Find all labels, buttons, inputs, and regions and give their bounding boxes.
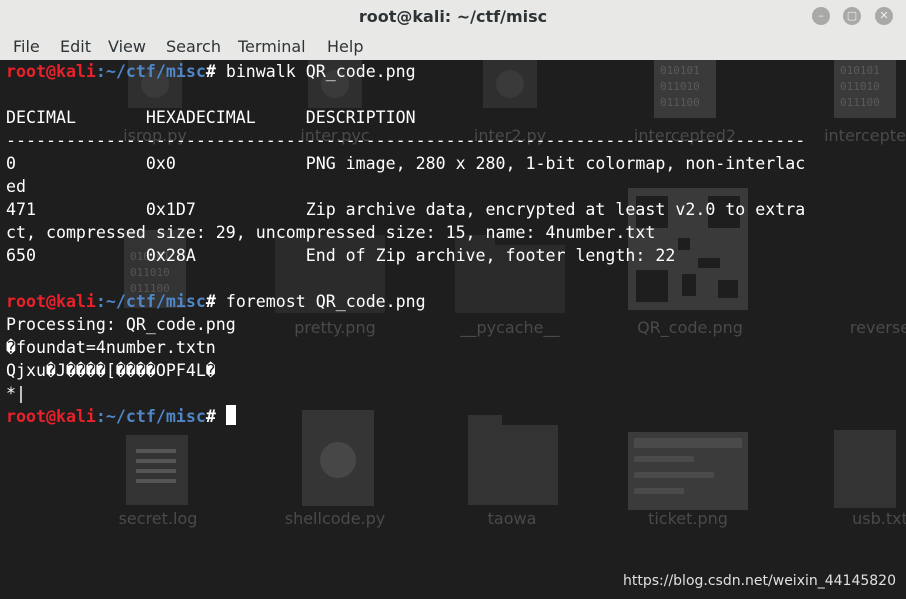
output-rule: ----------------------------------------…: [6, 131, 806, 150]
text-cursor: [225, 405, 236, 425]
title-bar[interactable]: root@kali: ~/ctf/misc – ▢ ✕: [0, 0, 906, 35]
menu-file[interactable]: File: [13, 37, 40, 56]
prompt-path: :~/ctf/misc: [95, 62, 206, 81]
output-line: ct, compressed size: 29, uncompressed si…: [6, 223, 656, 242]
svg-text:011100: 011100: [840, 96, 880, 109]
prompt-user: root@kali: [6, 407, 96, 426]
desktop-file-label: usb.txt: [852, 509, 906, 528]
output-line: Qjxu�J����[����OPF4L�: [6, 361, 216, 380]
desktop-file-label: ticket.png: [648, 509, 728, 528]
binary-file-icon: 010101 011010 011100: [834, 60, 896, 118]
output-line: �foundat=4number.txtn: [6, 338, 216, 357]
prompt-line: root@kali:~/ctf/misc# foremost QR_code.p…: [6, 290, 426, 313]
svg-text:011010: 011010: [660, 80, 700, 93]
svg-text:011010: 011010: [840, 80, 880, 93]
output-line: Processing: QR_code.png: [6, 315, 236, 334]
output-line: 650 0x28A End of Zip archive, footer len…: [6, 246, 676, 265]
desktop-file-label: __pycache__: [460, 318, 560, 337]
prompt-line: root@kali:~/ctf/misc#: [6, 405, 236, 428]
menu-view[interactable]: View: [108, 37, 146, 56]
output-line: 0 0x0 PNG image, 280 x 280, 1-bit colorm…: [6, 154, 806, 173]
binary-file-icon: 010101 011010 011100: [654, 60, 716, 118]
command-text: binwalk QR_code.png: [225, 62, 416, 81]
minimize-icon[interactable]: –: [812, 7, 830, 25]
desktop-file-label: secret.log: [118, 509, 198, 528]
output-header: DECIMAL HEXADECIMAL DESCRIPTION: [6, 108, 416, 127]
menu-terminal[interactable]: Terminal: [238, 37, 306, 56]
menu-edit[interactable]: Edit: [60, 37, 91, 56]
image-file-icon: [628, 432, 748, 510]
menu-help[interactable]: Help: [327, 37, 363, 56]
output-line: ed: [6, 177, 26, 196]
terminal-area[interactable]: 010101 011010 011100 010101 011010 01110…: [0, 60, 906, 599]
output-line: *|: [6, 384, 26, 403]
desktop-file-label: pretty.png: [294, 318, 376, 337]
svg-text:010101: 010101: [840, 64, 880, 77]
prompt-line: root@kali:~/ctf/misc# binwalk QR_code.pn…: [6, 60, 416, 83]
prompt-path: :~/ctf/misc: [95, 407, 206, 426]
python-file-icon: [302, 410, 374, 506]
desktop-file-label: reverse: [849, 318, 906, 337]
text-file-icon: [126, 435, 188, 505]
prompt-user: root@kali: [6, 292, 96, 311]
window-title: root@kali: ~/ctf/misc: [358, 7, 548, 26]
command-text: foremost QR_code.png: [225, 292, 426, 311]
svg-text:010101: 010101: [660, 64, 700, 77]
svg-text:011100: 011100: [660, 96, 700, 109]
desktop-file-label: shellcode.py: [284, 509, 386, 528]
prompt-symbol: #: [205, 62, 216, 81]
output-line: 471 0x1D7 Zip archive data, encrypted at…: [6, 200, 806, 219]
menu-bar: File Edit View Search Terminal Help: [0, 34, 906, 60]
folder-icon: [468, 415, 558, 505]
watermark-url: https://blog.csdn.net/weixin_44145820: [622, 573, 896, 589]
maximize-icon[interactable]: ▢: [843, 7, 861, 25]
close-icon[interactable]: ✕: [875, 7, 893, 25]
desktop-file-label: taowa: [487, 509, 537, 528]
text-file-icon: [834, 430, 896, 508]
python-file-icon: [483, 60, 537, 108]
prompt-user: root@kali: [6, 62, 96, 81]
desktop-file-label: QR_code.png: [637, 318, 743, 337]
terminal-window: root@kali: ~/ctf/misc – ▢ ✕ File Edit Vi…: [0, 0, 906, 599]
prompt-symbol: #: [205, 407, 216, 426]
menu-search[interactable]: Search: [166, 37, 221, 56]
svg-text:011010: 011010: [130, 266, 170, 279]
prompt-path: :~/ctf/misc: [95, 292, 206, 311]
prompt-symbol: #: [205, 292, 216, 311]
